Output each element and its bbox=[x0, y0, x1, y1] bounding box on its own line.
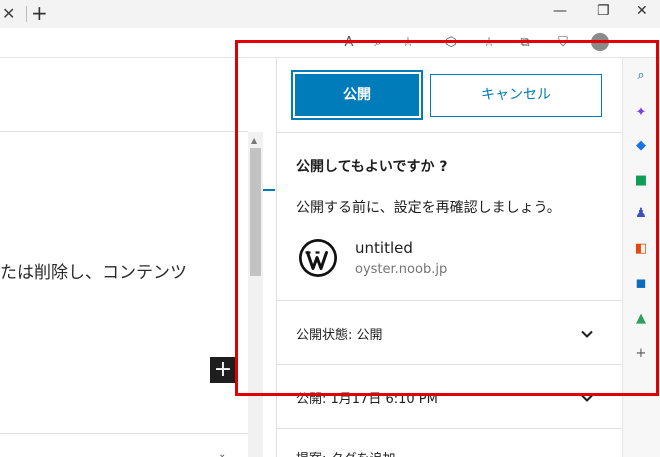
games-icon[interactable]: ♟ bbox=[633, 206, 649, 222]
screen: ✕ + — ❐ ✕ A ⌕ ☆ ⬡ ☆ ⧉ ⛉ たは削除し、コンテンツ + ⌄ … bbox=[0, 0, 660, 457]
chevron-down-icon[interactable] bbox=[578, 389, 596, 407]
favorites-icon[interactable]: ☆ bbox=[480, 34, 498, 52]
drop-icon[interactable]: ▲ bbox=[633, 311, 649, 327]
restore-icon[interactable]: ❐ bbox=[597, 3, 610, 19]
editor-divider bbox=[0, 131, 248, 132]
copilot-icon[interactable]: ✦ bbox=[633, 105, 649, 121]
publish-confirm-title: 公開してもよいですか ? bbox=[296, 159, 448, 175]
collections-icon[interactable]: ⧉ bbox=[516, 34, 534, 52]
publish-button[interactable]: 公開 bbox=[291, 70, 423, 120]
add-block-button[interactable]: + bbox=[210, 357, 236, 383]
scrollbar-thumb[interactable] bbox=[250, 148, 261, 276]
site-title: untitled bbox=[355, 239, 413, 257]
wordpress-logo-icon bbox=[299, 239, 337, 277]
window-close-icon[interactable]: ✕ bbox=[636, 3, 648, 19]
active-tab-indicator bbox=[263, 189, 275, 191]
read-aloud-icon[interactable]: A bbox=[340, 34, 358, 52]
paragraph-block[interactable]: たは削除し、コンテンツ bbox=[0, 258, 187, 283]
tools-icon[interactable]: ■ bbox=[633, 173, 649, 189]
chevron-down-icon[interactable]: ⌄ bbox=[218, 449, 226, 457]
add-icon[interactable]: + bbox=[633, 346, 649, 362]
tags-suggestion-label[interactable]: 提案: タグを追加 bbox=[296, 448, 396, 457]
visibility-setting-label[interactable]: 公開状態: 公開 bbox=[296, 324, 383, 343]
close-tab-icon[interactable]: ✕ bbox=[2, 4, 15, 23]
favorite-add-icon[interactable]: ☆ bbox=[399, 34, 417, 52]
panel-divider bbox=[276, 300, 622, 301]
panel-divider bbox=[276, 428, 622, 429]
panel-divider bbox=[276, 364, 622, 365]
chevron-down-icon[interactable] bbox=[578, 325, 596, 343]
shopping-icon[interactable]: ◆ bbox=[633, 138, 649, 154]
scroll-up-icon[interactable]: ▲ bbox=[251, 136, 257, 145]
publish-date-setting-label[interactable]: 公開: 1月17日 6:10 PM bbox=[296, 388, 438, 407]
extensions-icon[interactable]: ⬡ bbox=[442, 34, 460, 52]
minimize-icon[interactable]: — bbox=[553, 3, 567, 19]
panel-divider bbox=[276, 132, 622, 133]
outlook-icon[interactable]: ◼ bbox=[633, 276, 649, 292]
profile-icon[interactable] bbox=[591, 33, 609, 51]
search-icon[interactable]: ⌕ bbox=[633, 68, 649, 84]
publish-confirm-description: 公開する前に、設定を再確認しましょう。 bbox=[296, 200, 561, 216]
tab-bar: ✕ + — ❐ ✕ bbox=[0, 0, 660, 28]
site-url: oyster.noob.jp bbox=[355, 262, 448, 277]
tab-separator bbox=[26, 6, 27, 22]
office-icon[interactable]: ◧ bbox=[633, 241, 649, 257]
browser-essentials-icon[interactable]: ⛉ bbox=[554, 34, 572, 52]
new-tab-button[interactable]: + bbox=[31, 1, 48, 25]
editor-divider bbox=[0, 433, 248, 434]
cancel-button[interactable]: キャンセル bbox=[430, 74, 602, 117]
zoom-icon[interactable]: ⌕ bbox=[369, 34, 387, 52]
